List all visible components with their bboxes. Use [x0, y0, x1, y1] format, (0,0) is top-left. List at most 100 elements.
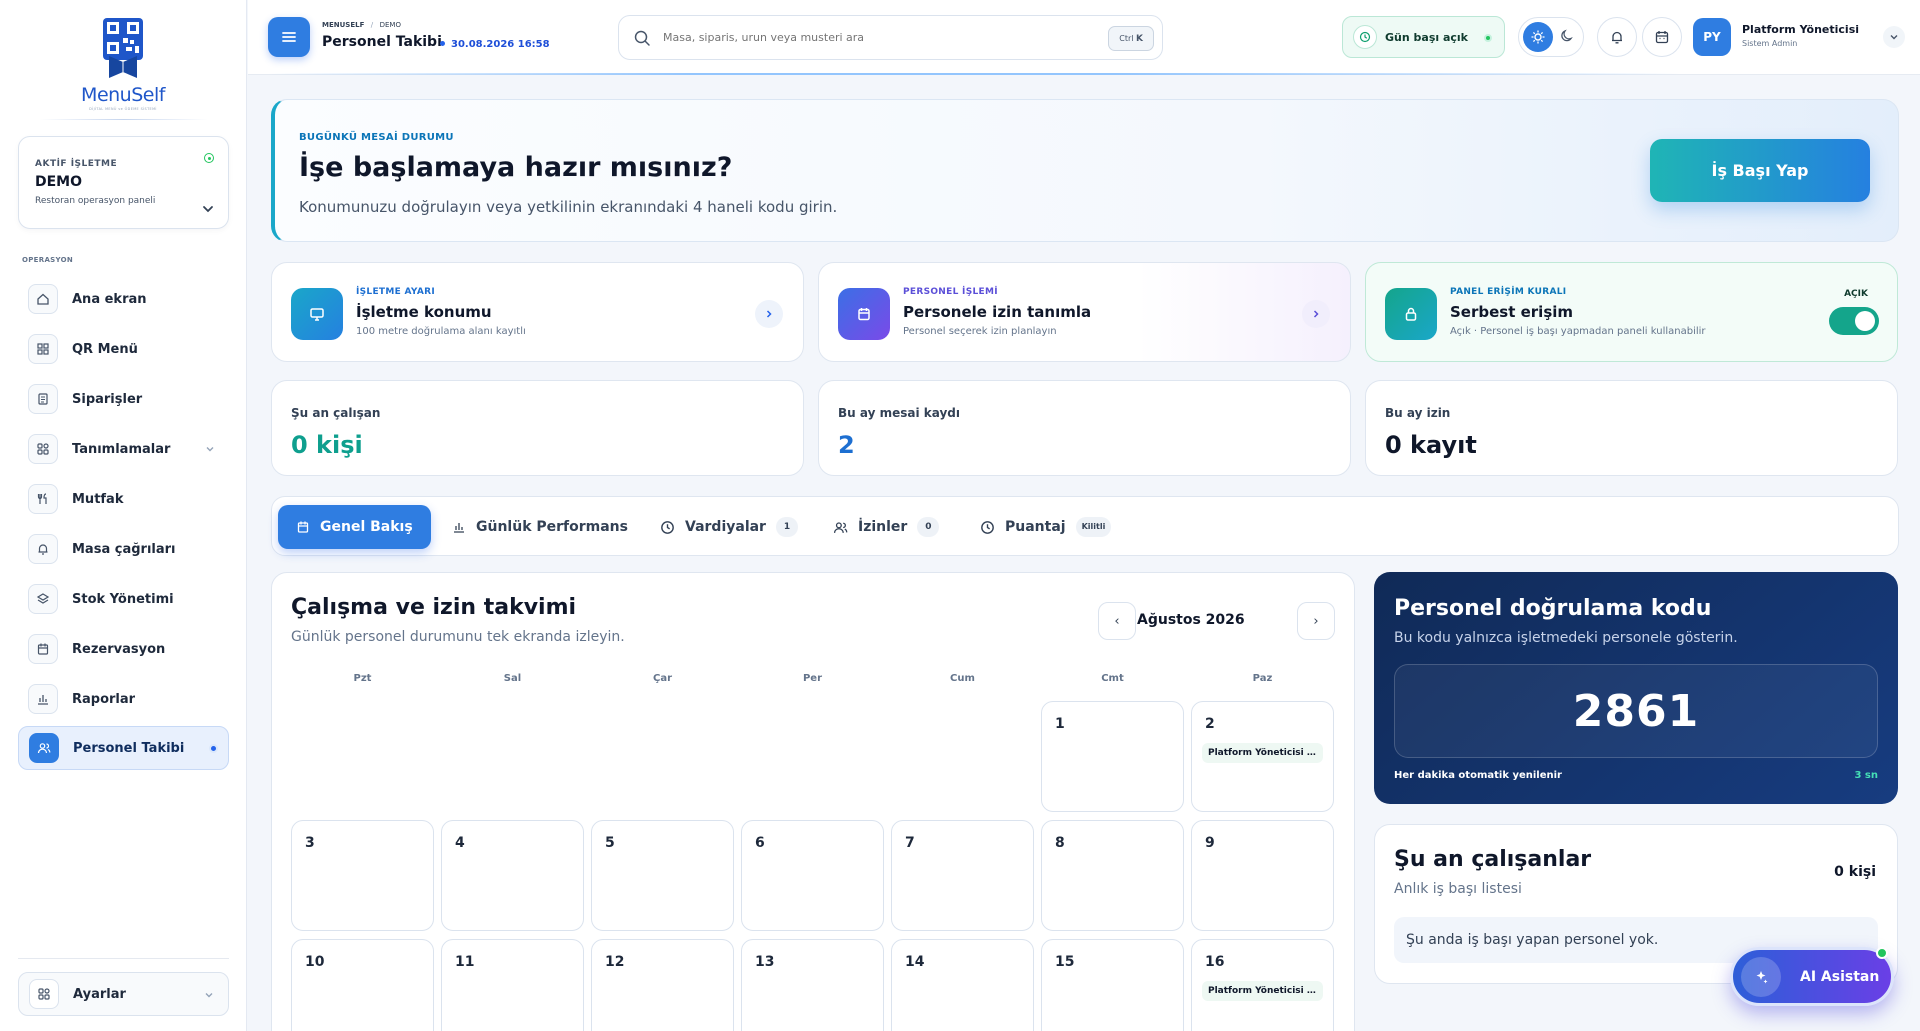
- business-switcher[interactable]: AKTİF İŞLETME DEMO Restoran operasyon pa…: [18, 136, 229, 229]
- business-kicker: AKTİF İŞLETME: [35, 159, 118, 169]
- day-number: 3: [305, 835, 315, 851]
- qr-menu-logo-icon: [103, 18, 143, 78]
- sidebar-item-staff-tracking[interactable]: Personel Takibi: [18, 726, 229, 770]
- ai-assistant-button[interactable]: AI Asistan: [1730, 947, 1894, 1006]
- stat-monthly-leave: Bu ay izin 0 kayıt: [1365, 380, 1898, 476]
- day-number: 9: [1205, 835, 1215, 851]
- calendar-day[interactable]: 10: [291, 939, 434, 1031]
- calendar-day[interactable]: 5: [591, 820, 734, 931]
- calendar-day[interactable]: 11: [441, 939, 584, 1031]
- calendar-day[interactable]: 4: [441, 820, 584, 931]
- staff-leave-card[interactable]: PERSONEL İŞLEMİ Personele izin tanımla P…: [818, 262, 1351, 362]
- sidebar-item-qr-menu[interactable]: QR Menü: [18, 327, 229, 371]
- weekday-header: Sal: [503, 673, 522, 684]
- search-shortcut-badge: Ctrl K: [1108, 26, 1154, 51]
- sidebar-item-definitions[interactable]: Tanımlamalar: [18, 427, 229, 471]
- work-leave-calendar: Çalışma ve izin takvimi Günlük personel …: [271, 572, 1355, 1031]
- next-month-button[interactable]: ›: [1297, 602, 1335, 640]
- stat-label: Bu ay mesai kaydı: [838, 406, 961, 420]
- logo[interactable]: MenuSelf DİJİTAL MENÜ ve ÖDEME SİSTEMİ: [68, 16, 178, 111]
- calendar-day[interactable]: 16 Platform Yöneticisi …: [1191, 939, 1334, 1031]
- day-number: 1: [1055, 716, 1065, 732]
- shift-status-button[interactable]: Gün başı açık: [1342, 16, 1505, 58]
- verification-code: 2861: [1394, 664, 1878, 758]
- code-countdown: 3 sn: [1854, 770, 1878, 781]
- calendar-button[interactable]: [1642, 17, 1682, 57]
- sidebar-item-table-calls[interactable]: Masa çağrıları: [18, 527, 229, 571]
- settings-grid-icon: [28, 434, 58, 464]
- card-title: Personele izin tanımla: [903, 303, 1092, 321]
- notifications-button[interactable]: [1597, 17, 1637, 57]
- working-subtitle: Anlık iş başı listesi: [1394, 881, 1522, 897]
- bell-icon: [28, 534, 58, 564]
- calendar-day[interactable]: 7: [891, 820, 1034, 931]
- calendar-day[interactable]: 1: [1041, 701, 1184, 812]
- sidebar-item-label: Mutfak: [72, 491, 124, 507]
- calendar-day[interactable]: 2 Platform Yöneticisi …: [1191, 701, 1334, 812]
- page-title: Personel Takibi: [322, 34, 442, 50]
- day-number: 10: [305, 954, 325, 970]
- sidebar-item-reservation[interactable]: Rezervasyon: [18, 627, 229, 671]
- sidebar-item-stock[interactable]: Stok Yönetimi: [18, 577, 229, 621]
- sun-icon[interactable]: [1523, 22, 1553, 52]
- panel-access-toggle[interactable]: [1829, 307, 1879, 335]
- clock-in-button[interactable]: İş Başı Yap: [1650, 139, 1870, 202]
- shift-status-label: Gün başı açık: [1385, 30, 1468, 44]
- sidebar-item-label: Siparişler: [72, 391, 143, 407]
- menu-toggle-button[interactable]: [268, 17, 310, 57]
- sidebar-item-label: Raporlar: [72, 691, 136, 707]
- weekday-header: Paz: [1252, 673, 1273, 684]
- stat-monthly-shifts: Bu ay mesai kaydı 2: [818, 380, 1351, 476]
- tab-leaves[interactable]: İzinler 0: [833, 505, 940, 549]
- users-icon: [29, 733, 59, 763]
- card-subtitle: 100 metre doğrulama alanı kayıtlı: [356, 326, 526, 337]
- business-location-card[interactable]: İŞLETME AYARI İşletme konumu 100 metre d…: [271, 262, 804, 362]
- clock-icon: [981, 520, 994, 534]
- shortcut-mod: Ctrl: [1119, 34, 1134, 43]
- tab-shifts[interactable]: Vardiyalar 1: [660, 505, 798, 549]
- calendar-event[interactable]: Platform Yöneticisi …: [1202, 743, 1323, 763]
- layers-icon: [28, 584, 58, 614]
- calendar-day[interactable]: 3: [291, 820, 434, 931]
- working-title: Şu an çalışanlar: [1394, 847, 1592, 872]
- page-datetime: 30.08.2026 16:58: [440, 39, 550, 50]
- lock-icon: [1385, 288, 1437, 340]
- day-number: 15: [1055, 954, 1075, 970]
- chevron-right-icon: [1302, 300, 1330, 328]
- calendar-event[interactable]: Platform Yöneticisi …: [1202, 981, 1323, 1001]
- tab-timesheet[interactable]: Puantaj Kilitli: [980, 505, 1112, 549]
- breadcrumb-root[interactable]: MENUSELF: [322, 21, 364, 29]
- calendar-day[interactable]: 12: [591, 939, 734, 1031]
- card-kicker: İŞLETME AYARI: [356, 287, 435, 297]
- sidebar-item-settings[interactable]: Ayarlar: [18, 972, 229, 1016]
- tab-daily-performance[interactable]: Günlük Performans: [452, 505, 628, 549]
- stat-working-now: Şu an çalışan 0 kişi: [271, 380, 804, 476]
- bar-chart-icon: [454, 523, 464, 533]
- calendar-day[interactable]: 6: [741, 820, 884, 931]
- tab-overview[interactable]: Genel Bakış: [278, 505, 431, 549]
- sidebar-item-orders[interactable]: Siparişler: [18, 377, 229, 421]
- calendar-day[interactable]: 15: [1041, 939, 1184, 1031]
- toggle-label: AÇIK: [1844, 289, 1868, 299]
- calendar-day[interactable]: 14: [891, 939, 1034, 1031]
- calendar-day[interactable]: 8: [1041, 820, 1184, 931]
- tab-count-badge: 1: [775, 517, 798, 537]
- theme-toggle[interactable]: [1518, 17, 1584, 57]
- calendar-icon: [838, 288, 890, 340]
- sidebar-item-home[interactable]: Ana ekran: [18, 277, 229, 321]
- sidebar-item-kitchen[interactable]: Mutfak: [18, 477, 229, 521]
- hero-title: İşe başlamaya hazır mısınız?: [299, 152, 733, 183]
- calendar-day[interactable]: 13: [741, 939, 884, 1031]
- working-count: 0 kişi: [1834, 864, 1876, 880]
- user-menu[interactable]: PY Platform Yöneticisi Sistem Admin: [1693, 14, 1905, 60]
- status-dot-icon: [1484, 34, 1492, 42]
- monitor-icon: [291, 288, 343, 340]
- card-subtitle: Açık · Personel iş başı yapmadan paneli …: [1450, 326, 1706, 337]
- calendar-day[interactable]: 9: [1191, 820, 1334, 931]
- global-search[interactable]: Ctrl K: [618, 15, 1163, 60]
- search-input[interactable]: [663, 31, 1063, 44]
- shortcut-key: K: [1136, 34, 1143, 44]
- sidebar-item-reports[interactable]: Raporlar: [18, 677, 229, 721]
- moon-icon[interactable]: [1559, 28, 1575, 44]
- prev-month-button[interactable]: ‹: [1098, 602, 1136, 640]
